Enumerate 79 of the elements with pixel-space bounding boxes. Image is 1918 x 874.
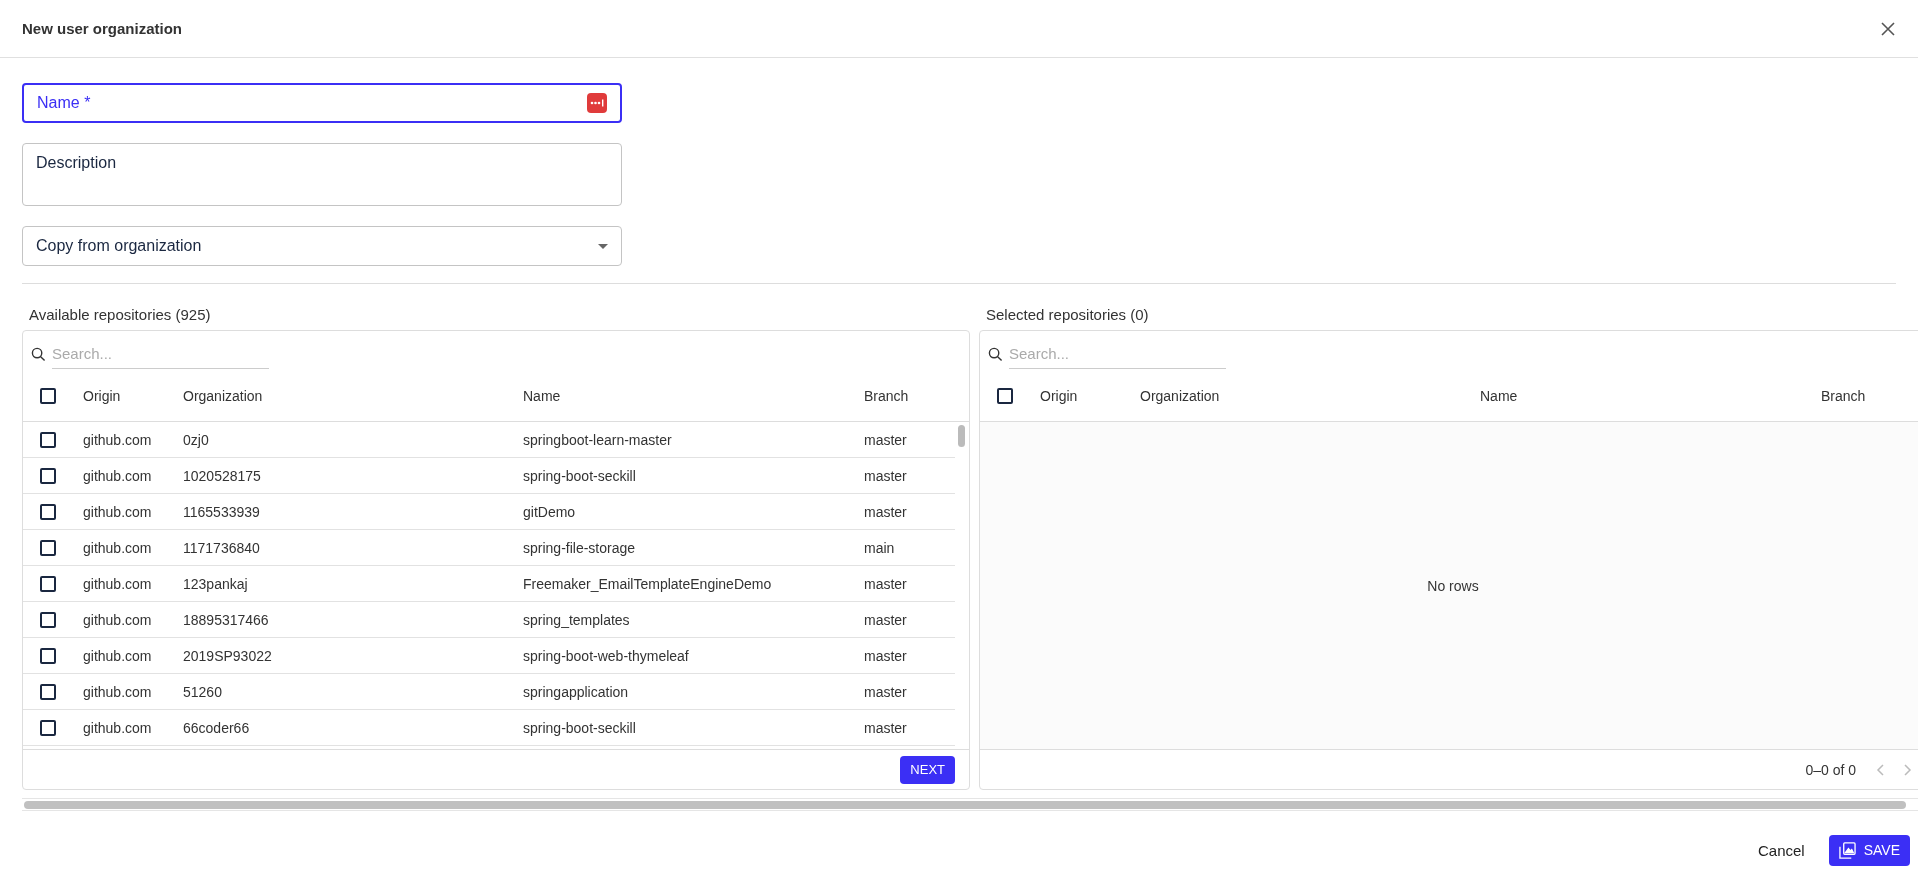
table-cell-text: 51260 xyxy=(183,683,223,700)
panel-title: Selected repositories (0) xyxy=(986,306,1150,323)
caret-icon xyxy=(598,243,608,249)
checkbox[interactable] xyxy=(40,611,56,628)
checkbox[interactable] xyxy=(40,683,56,700)
table-cell-text: main xyxy=(864,539,896,556)
scrollbar-thumb[interactable] xyxy=(958,425,965,447)
table-cell-text: github.com xyxy=(83,611,153,628)
checkbox[interactable] xyxy=(40,539,56,556)
field-label: Name * xyxy=(37,94,91,112)
table-cell-text: 123pankaj xyxy=(183,575,249,592)
table-cell-text: spring-file-storage xyxy=(523,539,637,556)
pagination-text: 0–0 of 0 xyxy=(1805,761,1856,778)
column-header[interactable]: Branch xyxy=(1821,388,1918,404)
checkbox[interactable] xyxy=(40,431,56,448)
table-cell-text: github.com xyxy=(83,539,153,556)
checkbox[interactable] xyxy=(40,503,56,520)
checkbox[interactable] xyxy=(40,467,56,484)
checkbox[interactable] xyxy=(40,388,56,404)
close-icon[interactable] xyxy=(1880,20,1896,37)
checkbox[interactable] xyxy=(40,575,56,592)
table-cell-text: spring_templates xyxy=(523,611,631,628)
table-cell-text: springboot-learn-master xyxy=(523,431,673,448)
panel-title: Available repositories (925) xyxy=(29,306,212,323)
column-header[interactable]: Name xyxy=(523,388,864,404)
table-cell-text: 2019SP93022 xyxy=(183,647,273,664)
table-cell-text: github.com xyxy=(83,467,153,484)
table-cell-text: github.com xyxy=(83,647,153,664)
table-cell-text: 18895317466 xyxy=(183,611,270,628)
checkbox[interactable] xyxy=(40,647,56,664)
empty-message: No rows xyxy=(1427,577,1479,594)
table-cell-text: github.com xyxy=(83,431,153,448)
table-cell-text: master xyxy=(864,611,908,628)
table-cell-text: spring-boot-seckill xyxy=(523,719,637,736)
description-field[interactable]: Description xyxy=(22,143,622,206)
table-cell-text: 1165533939 xyxy=(183,503,261,520)
column-header[interactable]: Name xyxy=(1480,388,1821,404)
field-label: Description xyxy=(36,154,117,172)
column-header[interactable]: Organization xyxy=(1140,388,1480,404)
table-cell-text: master xyxy=(864,467,908,484)
table-cell-text: spring-boot-web-thymeleaf xyxy=(523,647,690,664)
dialog-title: New user organization xyxy=(22,20,183,37)
table-cell-text: 1171736840 xyxy=(183,539,261,556)
dots-icon[interactable] xyxy=(587,93,607,113)
table-cell-text: github.com xyxy=(83,575,153,592)
table-cell-text: gitDemo xyxy=(523,503,577,520)
images-icon xyxy=(1838,841,1856,859)
table-cell-text: github.com xyxy=(83,719,153,736)
search-icon xyxy=(31,346,46,362)
table-cell-text: 0zj0 xyxy=(183,431,210,448)
name-field[interactable]: Name * xyxy=(22,83,622,123)
table-cell-text: master xyxy=(864,719,908,736)
field-label: Copy from organization xyxy=(36,237,202,255)
column-header[interactable]: Origin xyxy=(83,388,183,404)
search-icon xyxy=(988,346,1003,362)
table-cell-text: master xyxy=(864,431,908,448)
table-cell-text: master xyxy=(864,683,908,700)
table-cell-text: springapplication xyxy=(523,683,630,700)
copy-from-dropdown[interactable]: Copy from organization xyxy=(22,226,622,266)
checkbox[interactable] xyxy=(997,388,1013,404)
save-button[interactable]: SAVE xyxy=(1828,834,1910,866)
table-cell-text: master xyxy=(864,575,908,592)
cancel-button[interactable]: Cancel xyxy=(1752,840,1811,860)
search-field[interactable]: Search... xyxy=(1009,339,1226,369)
search-field[interactable]: Search... xyxy=(52,339,269,369)
table-cell-text: github.com xyxy=(83,683,153,700)
column-header[interactable]: Origin xyxy=(1040,388,1140,404)
column-header[interactable]: Organization xyxy=(183,388,523,404)
table-cell-text: 1020528175 xyxy=(183,467,262,484)
column-header[interactable]: Branch xyxy=(864,388,969,404)
scrollbar-thumb[interactable] xyxy=(24,800,1906,809)
table-cell-text: 66coder66 xyxy=(183,719,251,736)
next-button[interactable]: NEXT xyxy=(900,755,955,784)
table-cell-text: spring-boot-seckill xyxy=(523,467,637,484)
table-cell-text: Freemaker_EmailTemplateEngineDemo xyxy=(523,575,773,592)
table-cell-text: master xyxy=(864,503,908,520)
table-cell-text: github.com xyxy=(83,503,153,520)
checkbox[interactable] xyxy=(40,719,56,736)
table-cell-text: master xyxy=(864,647,908,664)
